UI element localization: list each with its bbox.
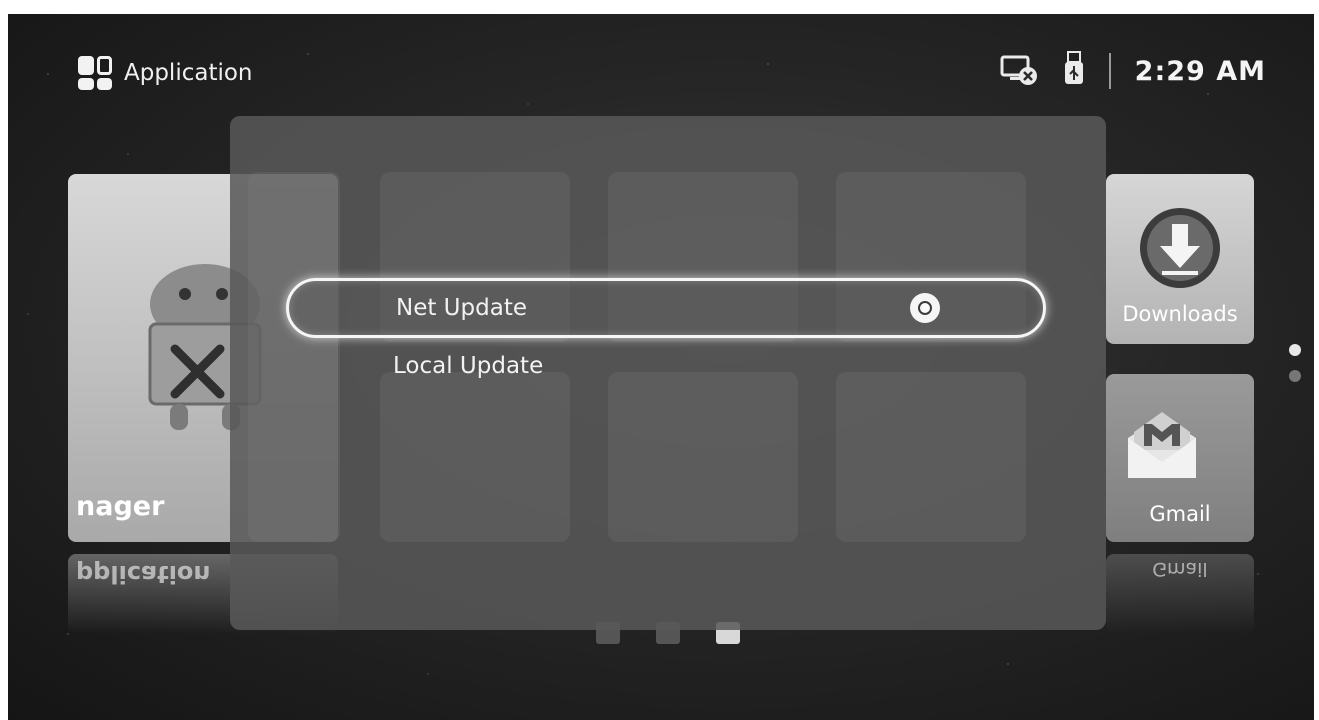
radio-selected-icon[interactable]	[910, 293, 940, 323]
page-indicator	[1289, 344, 1301, 382]
app-manager-label: nager	[76, 491, 165, 522]
ghost-tile	[380, 372, 570, 542]
ghost-tile	[836, 372, 1026, 542]
gmail-reflection-label: Gmail	[1152, 558, 1208, 580]
update-dialog: Net Update Local Update	[230, 116, 1106, 630]
net-update-label: Net Update	[396, 295, 527, 321]
gmail-reflection: Gmail	[1106, 554, 1254, 634]
status-bar: 2:29 AM	[999, 50, 1266, 92]
downloads-label: Downloads	[1122, 302, 1238, 326]
downloads-tile[interactable]: Downloads	[1106, 174, 1254, 344]
tv-launcher-screen: Application 2:29 AM nager pplication Dow…	[8, 14, 1314, 720]
page-dot[interactable]	[1289, 370, 1301, 382]
local-update-label: Local Update	[393, 353, 544, 379]
download-icon	[1140, 208, 1220, 288]
page-title: Application	[124, 60, 253, 86]
ghost-tile	[608, 372, 798, 542]
usb-icon	[1063, 50, 1085, 92]
net-update-option[interactable]: Net Update	[286, 278, 1046, 338]
page-dot-active[interactable]	[1289, 344, 1301, 356]
local-update-option[interactable]: Local Update	[286, 336, 1046, 396]
status-divider	[1108, 53, 1111, 89]
apps-grid-icon	[78, 56, 112, 90]
gmail-label: Gmail	[1149, 502, 1211, 526]
network-disconnected-icon	[999, 52, 1039, 90]
clock: 2:29 AM	[1134, 55, 1266, 87]
gmail-icon	[1128, 412, 1196, 478]
reflection-label: pplication	[76, 560, 211, 588]
app-header: Application	[78, 56, 253, 90]
gmail-tile[interactable]: Gmail	[1106, 374, 1254, 542]
